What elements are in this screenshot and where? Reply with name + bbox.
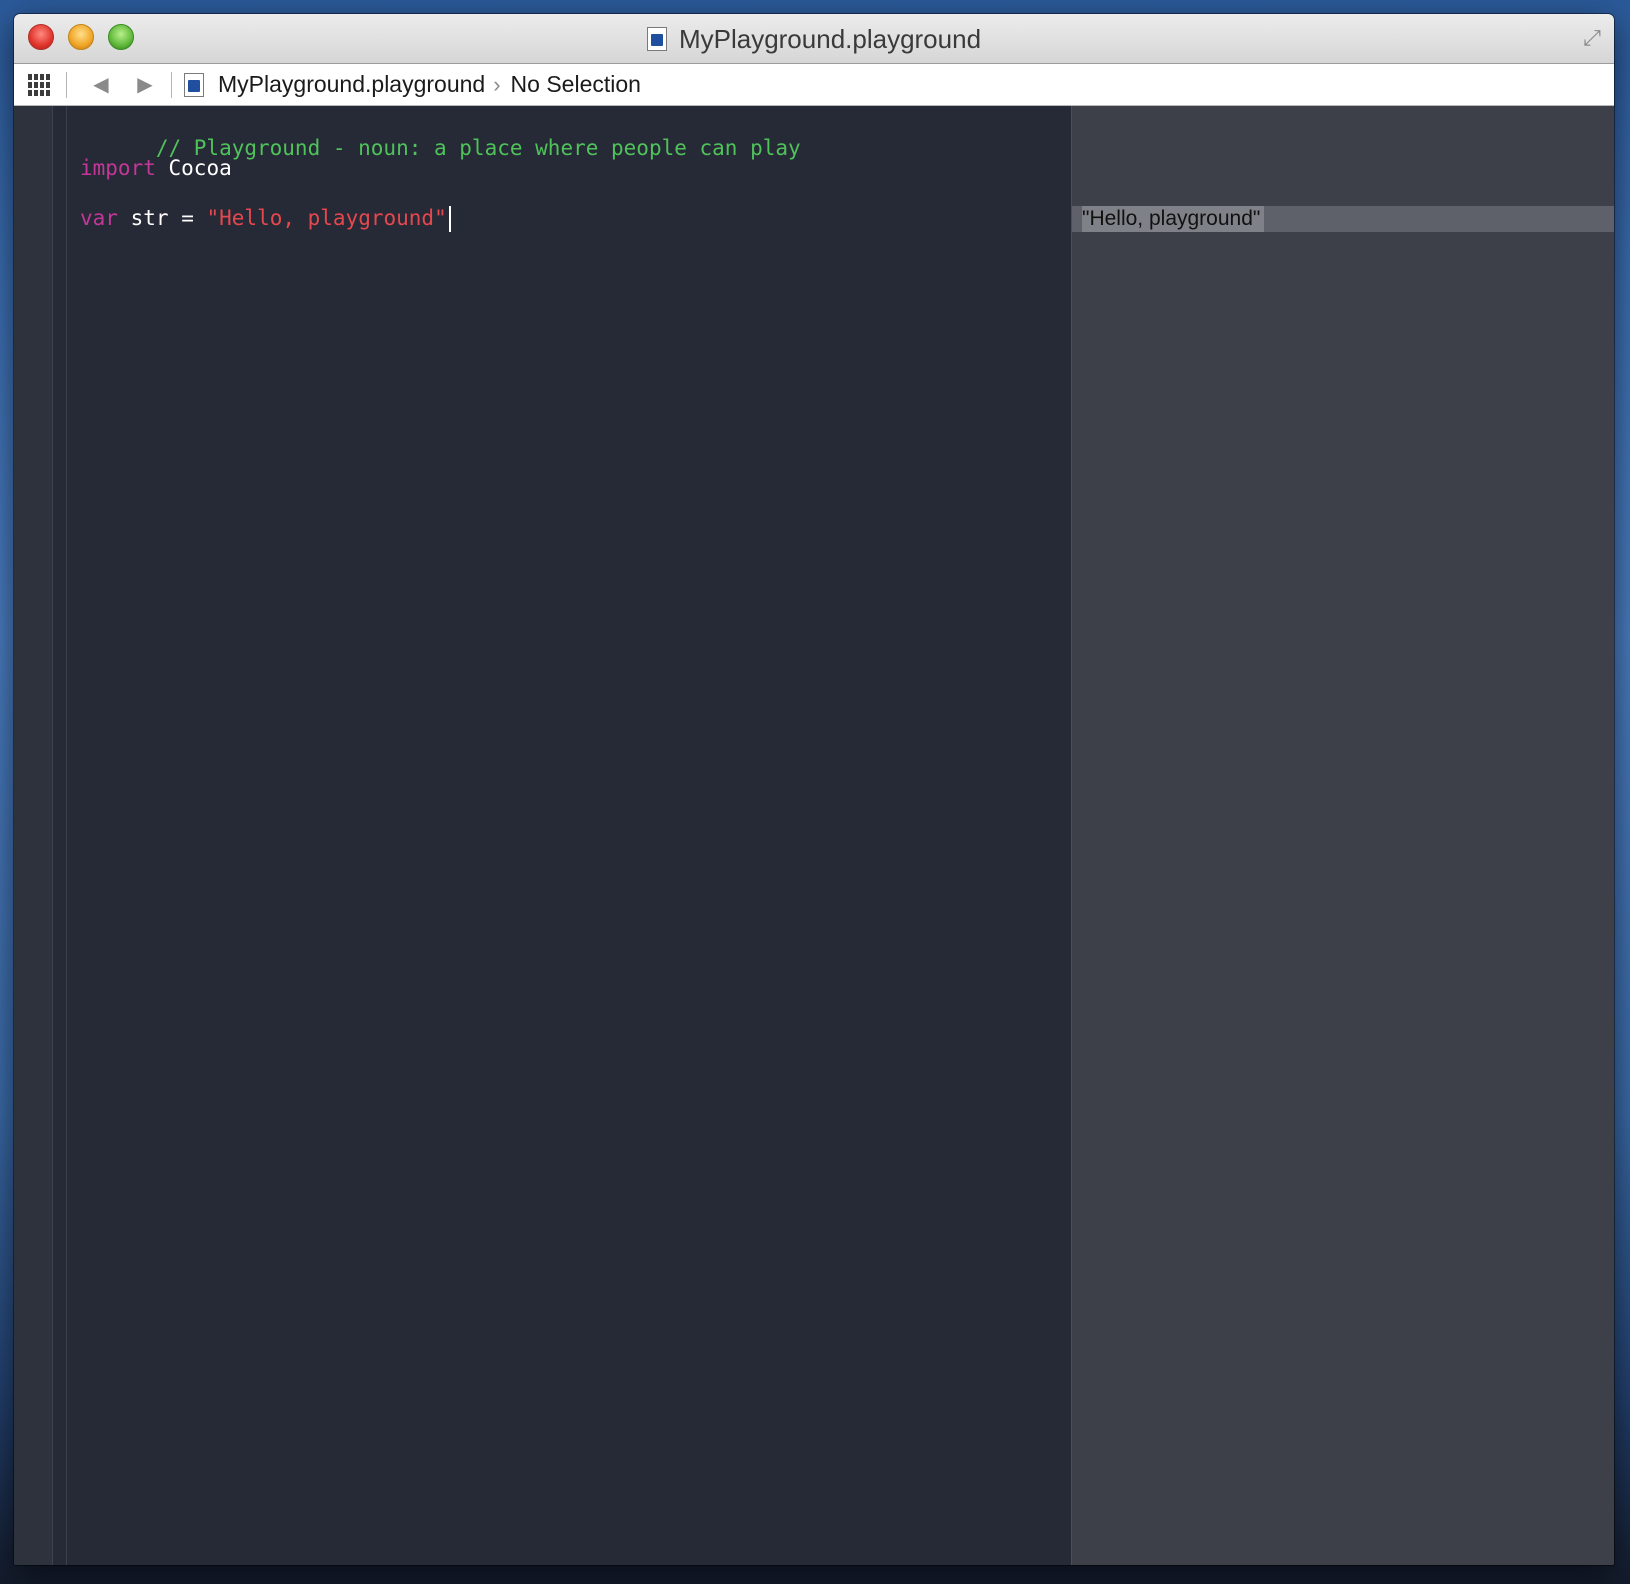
var-keyword: var [80,206,118,230]
import-keyword: import [80,156,156,180]
window-title: MyPlayground.playground [678,23,982,54]
result-value: "Hello, playground" [1082,206,1265,232]
code-line-3: var str = "Hello, playground" [80,203,451,233]
window-title-group: MyPlayground.playground [14,14,1614,64]
chevron-right-icon: › [493,71,501,97]
xcode-window: MyPlayground.playground ⤢ ◀ ▶ MyPlaygrou… [14,14,1614,1565]
comment-token: // Playground - noun: a place where peop… [155,136,801,160]
code-line-2: import Cocoa [80,153,232,183]
assign-operator: = [181,206,194,230]
editor-gutter [14,106,53,1565]
back-arrow-icon[interactable]: ◀ [87,72,115,97]
toolbar-divider [66,71,67,98]
jump-bar: ◀ ▶ MyPlayground.playground › No Selecti… [14,64,1614,106]
grid-icon[interactable] [28,73,52,96]
breadcrumb-file[interactable]: MyPlayground.playground [218,71,485,98]
text-cursor [448,206,451,232]
toolbar-divider [171,71,172,98]
results-sidebar: "Hello, playground" [1071,106,1614,1565]
gutter-divider [66,106,67,1565]
variable-name: str [130,206,169,230]
forward-arrow-icon[interactable]: ▶ [131,72,159,97]
title-bar: MyPlayground.playground ⤢ [14,14,1614,64]
code-editor[interactable]: // Playground - noun: a place where peop… [14,106,1071,1565]
playground-file-icon [184,72,204,97]
playground-file-icon [646,27,667,51]
string-literal: "Hello, playground" [206,206,447,230]
result-row[interactable]: "Hello, playground" [1072,206,1614,232]
breadcrumb-selection[interactable]: No Selection [511,71,641,98]
fullscreen-icon[interactable]: ⤢ [1578,24,1606,52]
import-module: Cocoa [168,156,232,180]
